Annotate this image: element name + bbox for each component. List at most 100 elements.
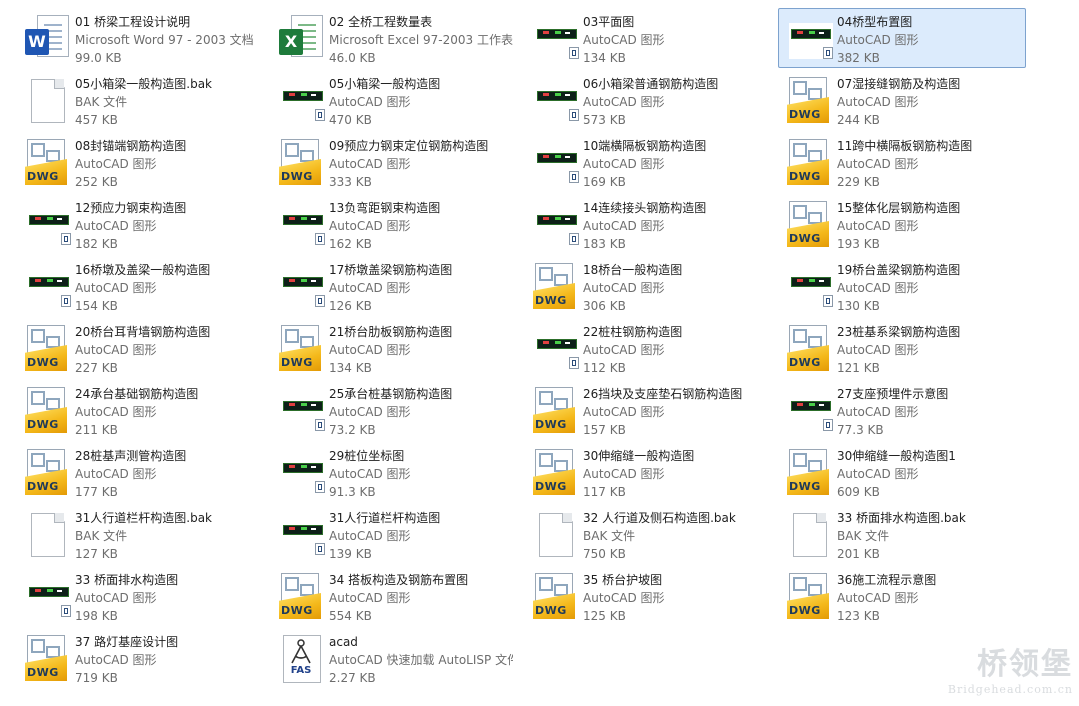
file-name: 35 桥台护坡图 <box>583 573 663 587</box>
file-type: AutoCAD 图形 <box>583 405 665 419</box>
file-type: AutoCAD 图形 <box>75 157 157 171</box>
shortcut-badge-icon <box>569 171 579 183</box>
file-name: 20桥台耳背墙钢筋构造图 <box>75 325 211 339</box>
file-item-27[interactable]: DWG 26挡块及支座垫石钢筋构造图 AutoCAD 图形 157 KB <box>524 380 772 440</box>
file-item-19[interactable]: DWG 18桥台一般构造图 AutoCAD 图形 306 KB <box>524 256 772 316</box>
file-item-24[interactable]: DWG 23桩基系梁钢筋构造图 AutoCAD 图形 121 KB <box>778 318 1026 378</box>
file-type: BAK 文件 <box>583 529 636 543</box>
file-item-39[interactable]: DWG 35 桥台护坡图 AutoCAD 图形 125 KB <box>524 566 772 626</box>
file-size: 134 KB <box>329 361 372 375</box>
file-item-8[interactable]: DWG 07湿接缝钢筋及构造图 AutoCAD 图形 244 KB <box>778 70 1026 130</box>
dwg-file-icon: DWG <box>785 571 831 621</box>
dwg-file-icon: DWG <box>785 199 831 249</box>
file-item-30[interactable]: 29桩位坐标图 AutoCAD 图形 91.3 KB <box>270 442 518 502</box>
file-name: 34 搭板构造及钢筋布置图 <box>329 573 469 587</box>
shortcut-badge-icon <box>569 357 579 369</box>
file-item-21[interactable]: DWG 20桥台耳背墙钢筋构造图 AutoCAD 图形 227 KB <box>16 318 264 378</box>
file-size: 77.3 KB <box>837 423 884 437</box>
dwg-file-icon: DWG <box>785 447 831 497</box>
file-item-37[interactable]: 33 桥面排水构造图 AutoCAD 图形 198 KB <box>16 566 264 626</box>
file-item-2[interactable]: X 02 全桥工程数量表 Microsoft Excel 97-2003 工作表… <box>270 8 518 68</box>
watermark-chinese: 桥领堡 <box>977 647 1073 682</box>
file-size: 125 KB <box>583 609 626 623</box>
file-size: 252 KB <box>75 175 118 189</box>
file-type: AutoCAD 快速加载 AutoLISP 文件 <box>329 653 513 667</box>
file-type: AutoCAD 图形 <box>837 343 919 357</box>
shortcut-badge-icon <box>61 233 71 245</box>
cad-thumbnail-icon <box>531 75 579 125</box>
file-item-20[interactable]: 19桥台盖梁钢筋构造图 AutoCAD 图形 130 KB <box>778 256 1026 316</box>
file-size: 554 KB <box>329 609 372 623</box>
file-size: 470 KB <box>329 113 372 127</box>
file-size: 306 KB <box>583 299 626 313</box>
file-item-34[interactable]: 31人行道栏杆构造图 AutoCAD 图形 139 KB <box>270 504 518 564</box>
file-type: AutoCAD 图形 <box>329 591 411 605</box>
file-type: AutoCAD 图形 <box>583 95 665 109</box>
file-item-12[interactable]: DWG 11跨中横隔板钢筋构造图 AutoCAD 图形 229 KB <box>778 132 1026 192</box>
file-name: 14连续接头钢筋构造图 <box>583 201 707 215</box>
dwg-file-icon: DWG <box>785 323 831 373</box>
cad-thumbnail-icon <box>531 13 579 63</box>
file-size: 211 KB <box>75 423 118 437</box>
file-item-23[interactable]: 22桩柱钢筋构造图 AutoCAD 图形 112 KB <box>524 318 772 378</box>
file-size: 73.2 KB <box>329 423 376 437</box>
file-size: 130 KB <box>837 299 880 313</box>
file-name: 12预应力钢束构造图 <box>75 201 187 215</box>
file-size: 126 KB <box>329 299 372 313</box>
dwg-file-icon: DWG <box>785 137 831 187</box>
file-item-16[interactable]: DWG 15整体化层钢筋构造图 AutoCAD 图形 193 KB <box>778 194 1026 254</box>
file-item-40[interactable]: DWG 36施工流程示意图 AutoCAD 图形 123 KB <box>778 566 1026 626</box>
file-item-35[interactable]: 32 人行道及侧石构造图.bak BAK 文件 750 KB <box>524 504 772 564</box>
file-item-28[interactable]: 27支座预埋件示意图 AutoCAD 图形 77.3 KB <box>778 380 1026 440</box>
dwg-file-icon: DWG <box>531 571 577 621</box>
file-item-22[interactable]: DWG 21桥台肋板钢筋构造图 AutoCAD 图形 134 KB <box>270 318 518 378</box>
file-item-14[interactable]: 13负弯距钢束构造图 AutoCAD 图形 162 KB <box>270 194 518 254</box>
file-item-10[interactable]: DWG 09预应力钢束定位钢筋构造图 AutoCAD 图形 333 KB <box>270 132 518 192</box>
cad-thumbnail-icon <box>23 199 71 249</box>
file-item-9[interactable]: DWG 08封锚端钢筋构造图 AutoCAD 图形 252 KB <box>16 132 264 192</box>
shortcut-badge-icon <box>823 419 833 431</box>
file-item-29[interactable]: DWG 28桩基声测管构造图 AutoCAD 图形 177 KB <box>16 442 264 502</box>
file-type: AutoCAD 图形 <box>583 591 665 605</box>
file-item-11[interactable]: 10端横隔板钢筋构造图 AutoCAD 图形 169 KB <box>524 132 772 192</box>
file-item-7[interactable]: 06小箱梁普通钢筋构造图 AutoCAD 图形 573 KB <box>524 70 772 130</box>
shortcut-badge-icon <box>823 47 833 59</box>
file-item-41[interactable]: DWG 37 路灯基座设计图 AutoCAD 图形 719 KB <box>16 628 264 688</box>
file-size: 117 KB <box>583 485 626 499</box>
file-type: AutoCAD 图形 <box>329 405 411 419</box>
file-item-36[interactable]: 33 桥面排水构造图.bak BAK 文件 201 KB <box>778 504 1026 564</box>
file-name: 04桥型布置图 <box>837 15 913 29</box>
file-item-13[interactable]: 12预应力钢束构造图 AutoCAD 图形 182 KB <box>16 194 264 254</box>
file-item-4[interactable]: 04桥型布置图 AutoCAD 图形 382 KB <box>778 8 1026 68</box>
file-item-31[interactable]: DWG 30伸缩缝一般构造图 AutoCAD 图形 117 KB <box>524 442 772 502</box>
dwg-file-icon: DWG <box>785 75 831 125</box>
file-type: Microsoft Word 97 - 2003 文档 <box>75 33 254 47</box>
file-item-42[interactable]: FAS acad AutoCAD 快速加载 AutoLISP 文件 2.27 K… <box>270 628 518 688</box>
file-size: 154 KB <box>75 299 118 313</box>
file-size: 162 KB <box>329 237 372 251</box>
file-item-17[interactable]: 16桥墩及盖梁一般构造图 AutoCAD 图形 154 KB <box>16 256 264 316</box>
file-name: 07湿接缝钢筋及构造图 <box>837 77 961 91</box>
shortcut-badge-icon <box>61 295 71 307</box>
file-item-1[interactable]: W 01 桥梁工程设计说明 Microsoft Word 97 - 2003 文… <box>16 8 264 68</box>
file-item-26[interactable]: 25承台桩基钢筋构造图 AutoCAD 图形 73.2 KB <box>270 380 518 440</box>
file-item-25[interactable]: DWG 24承台基础钢筋构造图 AutoCAD 图形 211 KB <box>16 380 264 440</box>
file-item-32[interactable]: DWG 30伸缩缝一般构造图1 AutoCAD 图形 609 KB <box>778 442 1026 502</box>
shortcut-badge-icon <box>315 481 325 493</box>
file-name: 05小箱梁一般构造图 <box>329 77 441 91</box>
file-type: AutoCAD 图形 <box>837 405 919 419</box>
file-item-38[interactable]: DWG 34 搭板构造及钢筋布置图 AutoCAD 图形 554 KB <box>270 566 518 626</box>
file-item-33[interactable]: 31人行道栏杆构造图.bak BAK 文件 127 KB <box>16 504 264 564</box>
file-item-18[interactable]: 17桥墩盖梁钢筋构造图 AutoCAD 图形 126 KB <box>270 256 518 316</box>
file-item-5[interactable]: 05小箱梁一般构造图.bak BAK 文件 457 KB <box>16 70 264 130</box>
file-size: 573 KB <box>583 113 626 127</box>
file-item-3[interactable]: 03平面图 AutoCAD 图形 134 KB <box>524 8 772 68</box>
file-size: 112 KB <box>583 361 626 375</box>
shortcut-badge-icon <box>569 47 579 59</box>
file-item-15[interactable]: 14连续接头钢筋构造图 AutoCAD 图形 183 KB <box>524 194 772 254</box>
file-item-6[interactable]: 05小箱梁一般构造图 AutoCAD 图形 470 KB <box>270 70 518 130</box>
file-name: 02 全桥工程数量表 <box>329 15 433 29</box>
file-name: 10端横隔板钢筋构造图 <box>583 139 707 153</box>
file-type: AutoCAD 图形 <box>75 405 157 419</box>
file-size: 121 KB <box>837 361 880 375</box>
